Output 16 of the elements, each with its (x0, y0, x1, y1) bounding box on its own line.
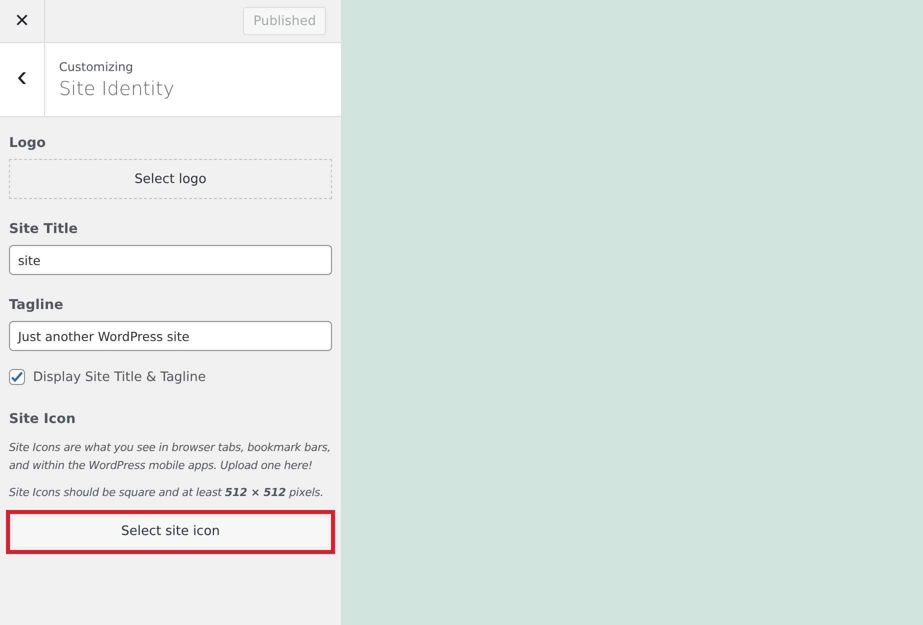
text-field[interactable]: Just another WordPress site (9, 321, 332, 351)
description-text: Site Icons are what you see in browser tabs, bookmark bars, and within the WordPress mobile apps. Upload one here! (9, 440, 332, 474)
field-label: Site Icon (9, 411, 77, 427)
checkbox-label: Display Site Title & Tagline (33, 370, 206, 384)
section-title: Site Identity (59, 78, 174, 100)
field-label: Logo (9, 135, 47, 151)
back-button[interactable]: ‹ (0, 43, 45, 116)
text-field[interactable]: site (9, 245, 332, 275)
close-button[interactable]: × (0, 0, 45, 42)
select-site-icon-button[interactable]: Select site icon (13, 516, 328, 547)
description-text: Site Icons should be square and at least 512 × 512 pixels. (9, 485, 324, 502)
field-label: Site Title (9, 221, 79, 237)
select-logo-button[interactable]: Select logo (9, 159, 332, 199)
checkbox[interactable] (9, 369, 25, 385)
breadcrumb: Customizing (59, 60, 134, 74)
field-label: Tagline (9, 297, 64, 313)
